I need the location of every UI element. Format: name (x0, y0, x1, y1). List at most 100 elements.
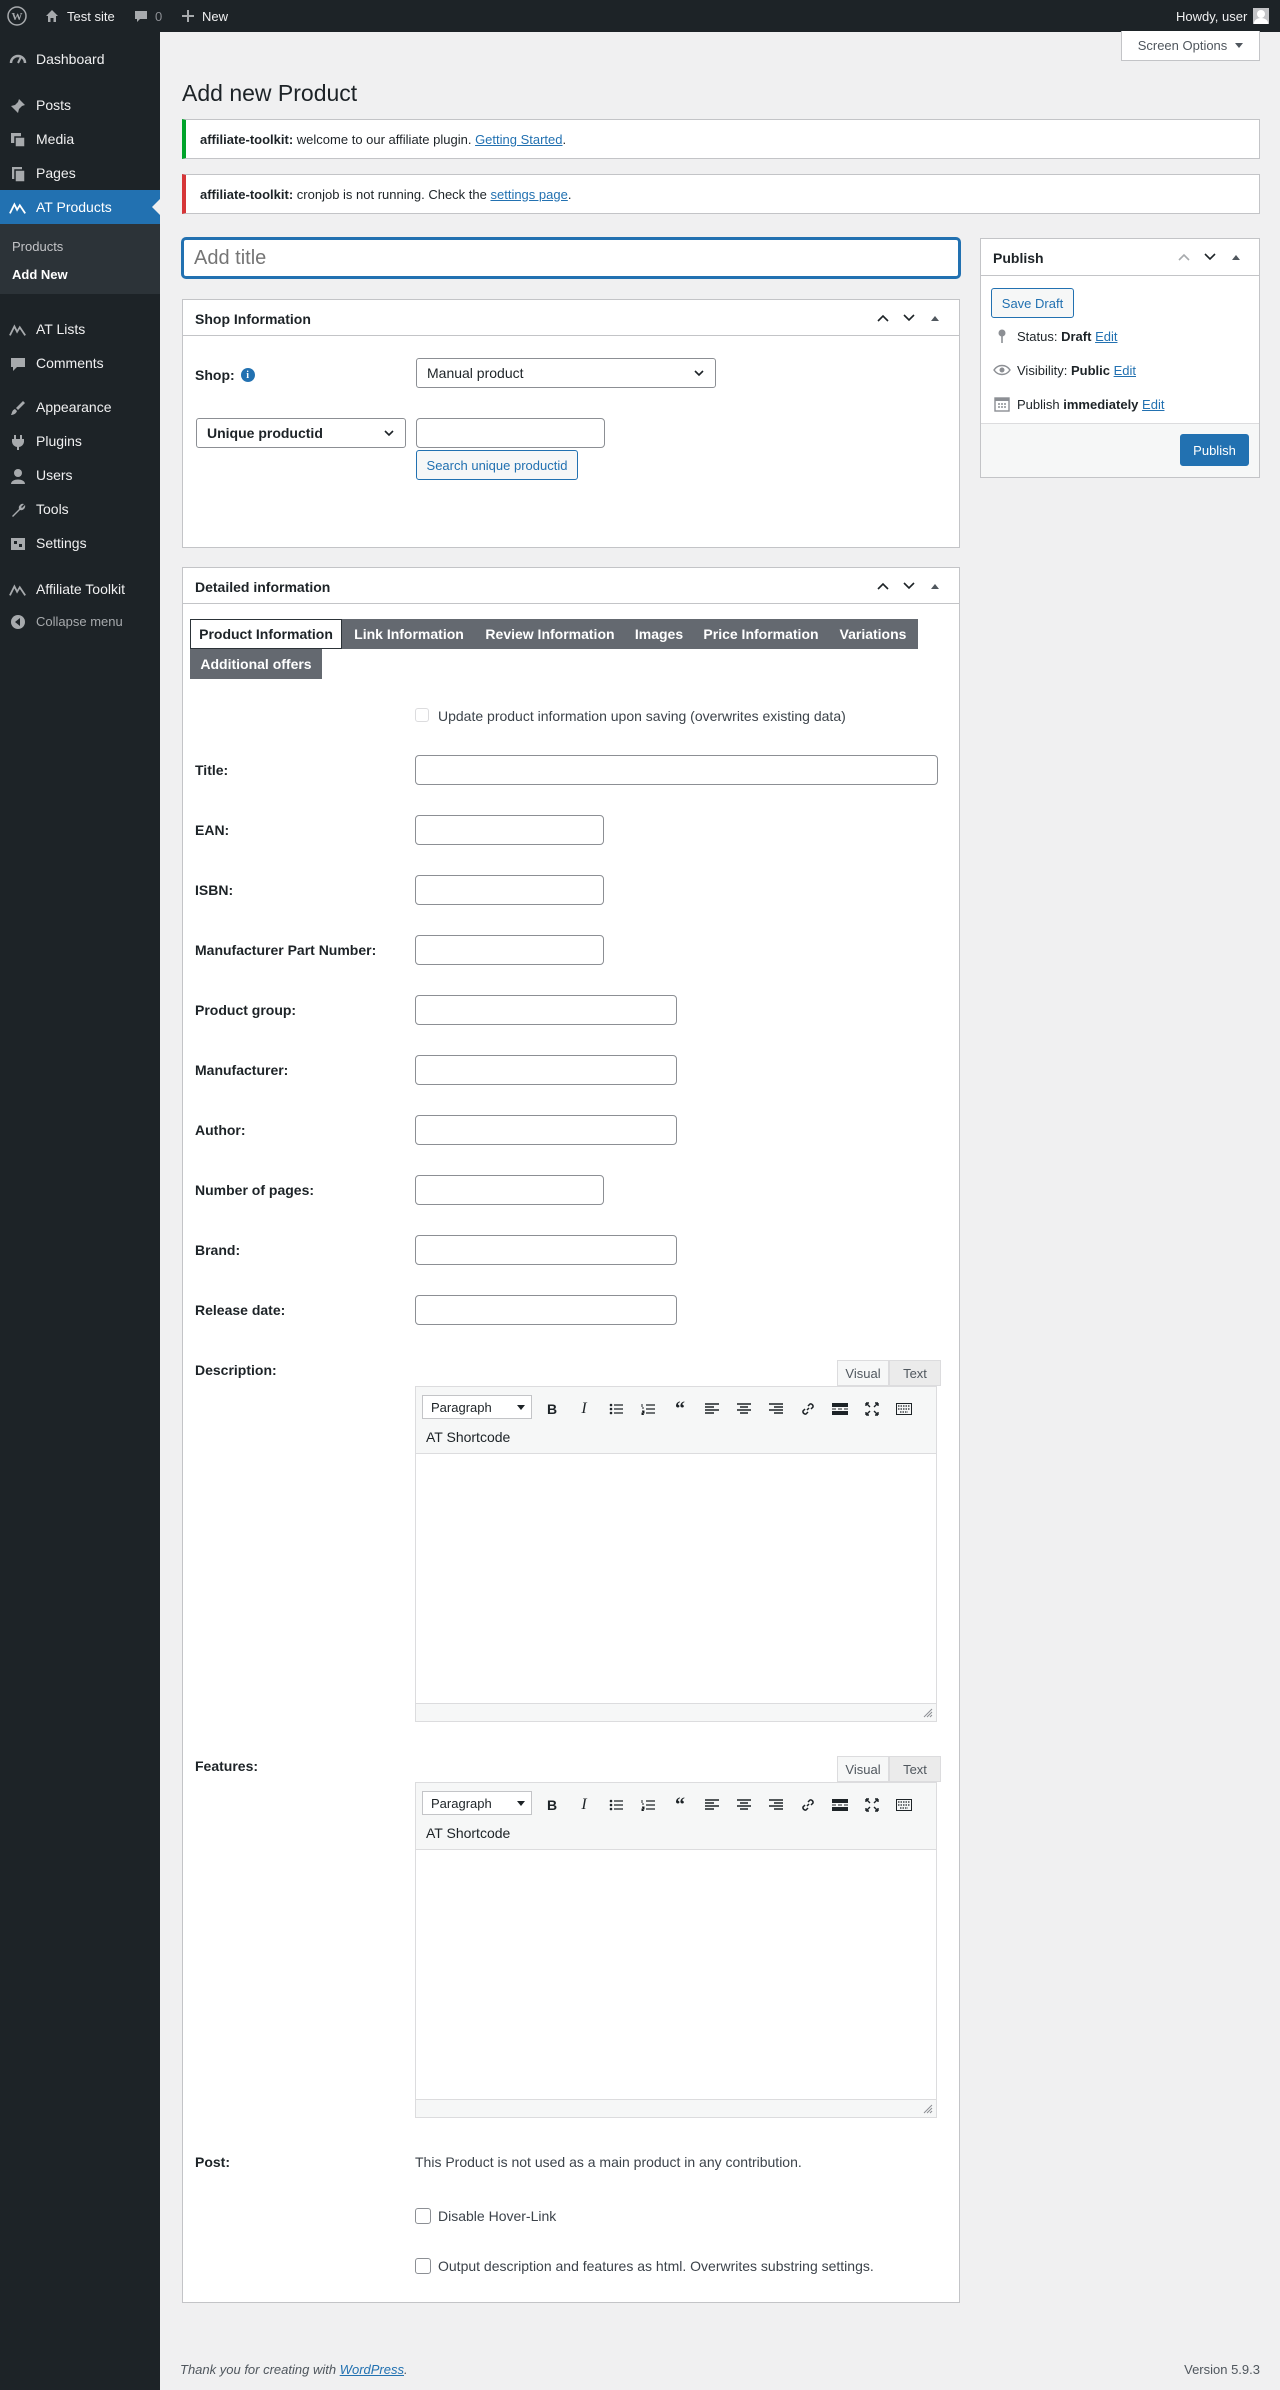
move-down-icon[interactable] (1200, 247, 1220, 267)
blockquote-icon[interactable]: “ (668, 1397, 692, 1421)
numbered-list-icon[interactable] (636, 1793, 660, 1817)
screen-options-button[interactable]: Screen Options (1121, 31, 1260, 61)
unique-id-input[interactable] (416, 418, 605, 448)
move-up-icon[interactable] (1174, 247, 1194, 267)
numbered-list-icon[interactable] (636, 1397, 660, 1421)
fullscreen-icon[interactable] (860, 1793, 884, 1817)
menu-users[interactable]: Users (0, 458, 160, 492)
author-input[interactable] (415, 1115, 677, 1145)
menu-dashboard[interactable]: Dashboard (0, 42, 160, 76)
output-html-checkbox[interactable] (415, 2258, 431, 2274)
search-unique-id-button[interactable]: Search unique productid (416, 450, 578, 480)
menu-media[interactable]: Media (0, 122, 160, 156)
read-more-icon[interactable] (828, 1793, 852, 1817)
bold-icon[interactable]: B (540, 1793, 564, 1817)
update-product-checkbox[interactable] (415, 708, 429, 722)
description-editor[interactable]: Paragraph B I “ AT Shortcode (415, 1386, 937, 1722)
wordpress-logo-icon[interactable]: W (7, 0, 27, 32)
menu-at-lists[interactable]: AT Lists (0, 312, 160, 346)
tab-images[interactable]: Images (624, 619, 694, 649)
features-text-tab[interactable]: Text (889, 1756, 941, 1782)
settings-page-link[interactable]: settings page (490, 187, 567, 202)
fullscreen-icon[interactable] (860, 1397, 884, 1421)
format-select[interactable]: Paragraph (422, 1395, 532, 1419)
save-draft-button[interactable]: Save Draft (991, 288, 1074, 318)
description-visual-tab[interactable]: Visual (837, 1360, 889, 1386)
title-input[interactable] (182, 238, 960, 278)
menu-affiliate-toolkit[interactable]: Affiliate Toolkit (0, 572, 160, 606)
tab-variations[interactable]: Variations (828, 619, 918, 649)
toggle-panel-icon[interactable] (925, 576, 945, 596)
move-down-icon[interactable] (899, 576, 919, 596)
keyboard-icon[interactable] (892, 1397, 916, 1421)
italic-icon[interactable]: I (572, 1397, 596, 1421)
format-select[interactable]: Paragraph (422, 1791, 532, 1815)
bullet-list-icon[interactable] (604, 1793, 628, 1817)
bullet-list-icon[interactable] (604, 1397, 628, 1421)
tab-review-information[interactable]: Review Information (476, 619, 624, 649)
submenu-add-new[interactable]: Add New (12, 267, 68, 282)
blockquote-icon[interactable]: “ (668, 1793, 692, 1817)
mpn-input[interactable] (415, 935, 604, 965)
new-content-link[interactable]: New (181, 0, 228, 32)
isbn-input[interactable] (415, 875, 604, 905)
align-right-icon[interactable] (764, 1397, 788, 1421)
align-left-icon[interactable] (700, 1793, 724, 1817)
at-shortcode-button[interactable]: AT Shortcode (426, 1429, 510, 1445)
release-date-input[interactable] (415, 1295, 677, 1325)
menu-tools[interactable]: Tools (0, 492, 160, 526)
link-icon[interactable] (796, 1397, 820, 1421)
menu-appearance[interactable]: Appearance (0, 390, 160, 424)
edit-publish-date-link[interactable]: Edit (1142, 397, 1164, 412)
tab-additional-offers[interactable]: Additional offers (190, 649, 322, 679)
my-account-link[interactable]: Howdy, user (1176, 0, 1270, 32)
id-type-select[interactable]: Unique productid (196, 418, 406, 448)
submenu-products[interactable]: Products (12, 239, 63, 254)
move-up-icon[interactable] (873, 576, 893, 596)
tab-link-information[interactable]: Link Information (342, 619, 476, 649)
edit-visibility-link[interactable]: Edit (1114, 363, 1136, 378)
at-shortcode-button[interactable]: AT Shortcode (426, 1825, 510, 1841)
features-visual-tab[interactable]: Visual (837, 1756, 889, 1782)
menu-at-products[interactable]: AT Products (0, 190, 160, 224)
disable-hover-link-checkbox[interactable] (415, 2208, 431, 2224)
menu-settings[interactable]: Settings (0, 526, 160, 560)
publish-button[interactable]: Publish (1180, 434, 1249, 466)
align-left-icon[interactable] (700, 1397, 724, 1421)
features-editor[interactable]: Paragraph B I “ AT Shortcode (415, 1782, 937, 2118)
description-text-tab[interactable]: Text (889, 1360, 941, 1386)
move-up-icon[interactable] (873, 308, 893, 328)
info-icon[interactable]: i (240, 368, 255, 382)
menu-pages[interactable]: Pages (0, 156, 160, 190)
site-name-link[interactable]: Test site (44, 0, 115, 32)
link-icon[interactable] (796, 1793, 820, 1817)
pages-input[interactable] (415, 1175, 604, 1205)
wordpress-link[interactable]: WordPress (340, 2362, 404, 2377)
menu-posts[interactable]: Posts (0, 88, 160, 122)
brand-input[interactable] (415, 1235, 677, 1265)
product-group-input[interactable] (415, 995, 677, 1025)
shop-select[interactable]: Manual product (416, 358, 716, 388)
menu-plugins[interactable]: Plugins (0, 424, 160, 458)
ean-input[interactable] (415, 815, 604, 845)
align-center-icon[interactable] (732, 1397, 756, 1421)
product-title-input[interactable] (415, 755, 938, 785)
align-right-icon[interactable] (764, 1793, 788, 1817)
getting-started-link[interactable]: Getting Started (475, 132, 562, 147)
menu-comments[interactable]: Comments (0, 346, 160, 380)
bold-icon[interactable]: B (540, 1397, 564, 1421)
move-down-icon[interactable] (899, 308, 919, 328)
tab-product-information[interactable]: Product Information (190, 619, 342, 649)
toggle-panel-icon[interactable] (1226, 247, 1246, 267)
tab-price-information[interactable]: Price Information (694, 619, 828, 649)
edit-status-link[interactable]: Edit (1095, 329, 1117, 344)
manufacturer-input[interactable] (415, 1055, 677, 1085)
keyboard-icon[interactable] (892, 1793, 916, 1817)
read-more-icon[interactable] (828, 1397, 852, 1421)
collapse-menu-button[interactable]: Collapse menu (0, 604, 160, 638)
resize-handle-icon[interactable] (923, 1708, 933, 1718)
comments-link[interactable]: 0 (133, 0, 162, 32)
toggle-panel-icon[interactable] (925, 308, 945, 328)
italic-icon[interactable]: I (572, 1793, 596, 1817)
align-center-icon[interactable] (732, 1793, 756, 1817)
